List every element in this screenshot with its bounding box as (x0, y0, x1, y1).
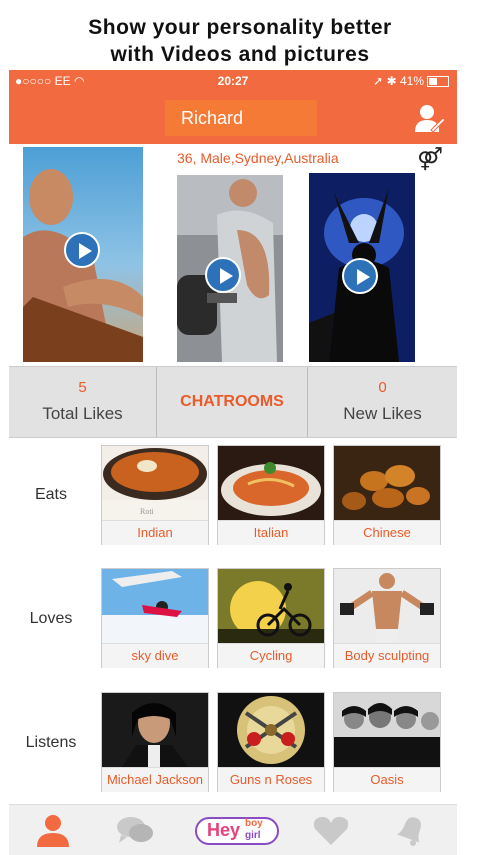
new-likes[interactable]: 0 New Likes (308, 367, 457, 437)
video-thumbnail-2[interactable] (177, 175, 283, 362)
gender-icon: ⚤ (417, 146, 443, 171)
video-thumbnail-1[interactable] (23, 147, 143, 362)
row-label-listens: Listens (25, 734, 77, 751)
logo-small-boy: boy (245, 818, 263, 829)
play-button-icon[interactable] (342, 258, 378, 294)
location-icon: ➚ (373, 74, 384, 88)
logo-text: Hey (207, 820, 241, 840)
body-sculpting-image (334, 569, 440, 643)
heart-icon[interactable] (311, 813, 351, 847)
profile-info: 36, Male,Sydney,Australia (177, 150, 339, 166)
tile-guns-n-roses[interactable]: Guns n Roses (217, 692, 325, 792)
cycling-image (218, 569, 324, 643)
play-button-icon[interactable] (64, 232, 100, 268)
top-nav-bar: Richard (9, 92, 457, 144)
oasis-image (334, 693, 440, 767)
video-thumbnail-3[interactable] (309, 173, 415, 362)
status-right: ➚ ✱ 41% (373, 74, 449, 88)
tile-caption: Chinese (334, 520, 440, 545)
promo-line-2: with Videos and pictures (110, 43, 370, 66)
tile-michael-jackson[interactable]: Michael Jackson (101, 692, 209, 792)
tile-chinese[interactable]: Chinese (333, 445, 441, 545)
new-likes-label: New Likes (343, 404, 422, 423)
heyboygirl-logo[interactable]: Hey boy girl (195, 817, 279, 845)
row-label-loves: Loves (29, 610, 73, 627)
tile-caption: Body sculpting (334, 643, 440, 668)
michael-jackson-image (102, 693, 208, 767)
chinese-food-image (334, 446, 440, 520)
chat-icon[interactable] (115, 813, 155, 847)
logo-small-girl: girl (245, 830, 261, 841)
status-bar: ●○○○○ EE ◠ 20:27 ➚ ✱ 41% (9, 70, 457, 92)
chatrooms-button[interactable]: CHATROOMS (157, 367, 307, 437)
bell-icon[interactable] (391, 813, 431, 847)
total-likes-label: Total Likes (42, 404, 123, 423)
bluetooth-icon: ✱ (386, 74, 397, 88)
tile-italian[interactable]: Italian (217, 445, 325, 545)
tile-caption: sky dive (102, 643, 208, 668)
profile-name[interactable]: Richard (165, 100, 317, 136)
tile-caption: Michael Jackson (102, 767, 208, 792)
row-label-eats: Eats (34, 486, 67, 503)
total-likes[interactable]: 5 Total Likes (9, 367, 156, 437)
new-likes-count: 0 (378, 379, 387, 396)
tile-body-sculpting[interactable]: Body sculpting (333, 568, 441, 668)
tile-caption: Cycling (218, 643, 324, 668)
profile-icon[interactable] (33, 813, 73, 847)
total-likes-count: 5 (78, 379, 87, 396)
indian-food-image: Roti (102, 446, 208, 520)
sky-dive-image (102, 569, 208, 643)
tile-sky-dive[interactable]: sky dive (101, 568, 209, 668)
phone-screen: ●○○○○ EE ◠ 20:27 ➚ ✱ 41% Richard 36, Mal… (9, 70, 457, 855)
tile-caption: Italian (218, 520, 324, 545)
tile-caption: Indian (102, 520, 208, 545)
promo-heading: Show your personality better with Videos… (0, 0, 480, 72)
svg-text:Roti: Roti (140, 507, 155, 516)
stats-bar: 5 Total Likes CHATROOMS 0 New Likes (9, 366, 457, 438)
bottom-tab-bar: Hey boy girl (9, 804, 457, 855)
tile-caption: Oasis (334, 767, 440, 792)
tile-oasis[interactable]: Oasis (333, 692, 441, 792)
tile-indian[interactable]: Roti Indian (101, 445, 209, 545)
play-button-icon[interactable] (205, 257, 241, 293)
tile-caption: Guns n Roses (218, 767, 324, 792)
italian-food-image (218, 446, 324, 520)
guns-n-roses-image (218, 693, 324, 767)
edit-profile-icon[interactable] (413, 102, 445, 134)
battery-icon (427, 76, 449, 88)
promo-line-1: Show your personality better (88, 16, 392, 39)
tile-cycling[interactable]: Cycling (217, 568, 325, 668)
